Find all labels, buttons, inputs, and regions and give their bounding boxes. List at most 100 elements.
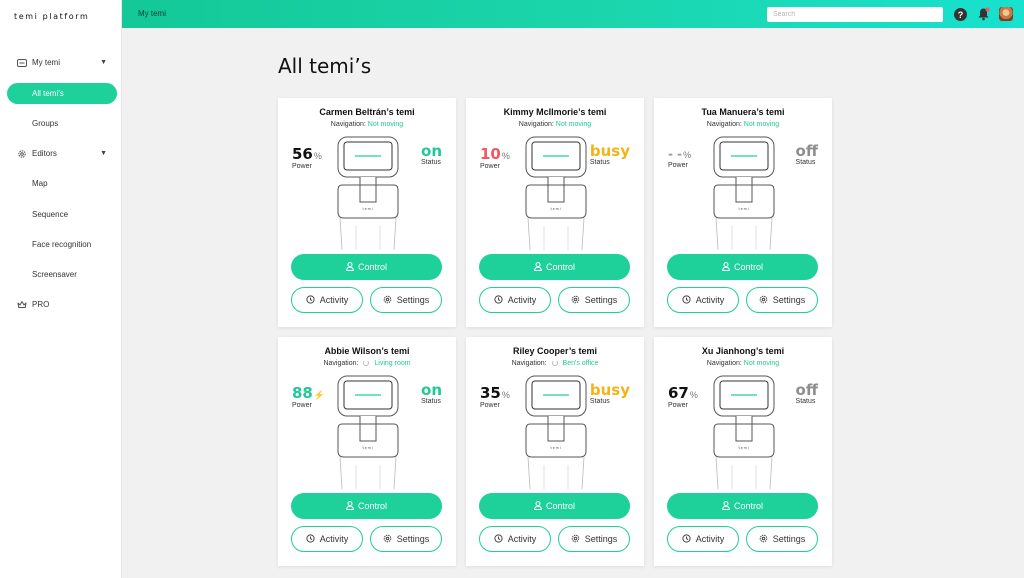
user-icon: [722, 261, 730, 273]
user-icon: [534, 261, 542, 273]
activity-button[interactable]: Activity: [479, 526, 551, 552]
navigation-line: Navigation: Living room: [278, 360, 456, 367]
power-label: Power: [292, 163, 312, 170]
settings-button[interactable]: Settings: [558, 526, 630, 552]
robot-card: Tua Manuera’s temi Navigation: Not movin…: [654, 98, 832, 327]
user-icon: [534, 500, 542, 512]
navigation-line: Navigation: Not moving: [654, 121, 832, 128]
history-icon: [306, 533, 315, 545]
navigation-status: Living room: [374, 360, 411, 367]
status-indicator: off Status: [796, 142, 818, 166]
navigation-status: Not moving: [743, 121, 780, 128]
settings-button[interactable]: Settings: [746, 526, 818, 552]
history-icon: [682, 294, 691, 306]
sidebar-item-screensaver[interactable]: Screensaver: [7, 264, 117, 285]
control-button[interactable]: Control: [667, 493, 818, 519]
sidebar-item-label: Map: [32, 179, 48, 188]
breadcrumb[interactable]: My temi: [138, 9, 166, 18]
sidebar-item-groups[interactable]: Groups: [7, 113, 117, 134]
activity-button[interactable]: Activity: [667, 526, 739, 552]
svg-text:temi: temi: [550, 207, 561, 211]
sidebar-item-label: My temi: [32, 58, 60, 67]
sidebar-item-label: Sequence: [32, 210, 69, 219]
control-label: Control: [545, 501, 575, 511]
settings-label: Settings: [772, 534, 806, 544]
robot-name: Tua Manuera’s temi: [701, 107, 785, 117]
avatar[interactable]: [999, 7, 1013, 21]
status-value: off: [795, 142, 818, 160]
gear-icon: [383, 534, 392, 545]
navigation-line: Navigation: Ben's office: [466, 360, 644, 367]
settings-button[interactable]: Settings: [746, 287, 818, 313]
power-unit: %: [501, 151, 510, 161]
gear-icon: [571, 534, 580, 545]
status-label: Status: [795, 159, 816, 166]
temi-robot-image: temi: [525, 375, 587, 490]
control-label: Control: [733, 501, 763, 511]
navigation-label: Navigation:: [706, 121, 742, 128]
control-button[interactable]: Control: [479, 493, 630, 519]
settings-button[interactable]: Settings: [370, 287, 442, 313]
sidebar-item-all-temis[interactable]: All temi's: [7, 83, 117, 104]
settings-button[interactable]: Settings: [370, 526, 442, 552]
settings-label: Settings: [396, 534, 430, 544]
sidebar-item-my-temi[interactable]: My temi ▼: [7, 52, 117, 73]
power-value: - -: [668, 147, 683, 161]
power-indicator: - -% Power: [668, 145, 691, 169]
notification-bell-icon[interactable]: [977, 7, 990, 21]
gear-icon: [571, 295, 580, 306]
activity-button[interactable]: Activity: [667, 287, 739, 313]
power-label: Power: [292, 402, 312, 409]
robot-name: Carmen Beltrán’s temi: [319, 107, 415, 117]
sidebar-item-label: Editors: [32, 149, 57, 158]
sidebar-item-pro[interactable]: PRO: [7, 294, 117, 315]
activity-button[interactable]: Activity: [291, 526, 363, 552]
status-label: Status: [589, 398, 610, 405]
status-indicator: busy Status: [590, 381, 630, 405]
navigation-label: Navigation:: [706, 360, 742, 367]
robot-card: Abbie Wilson’s temi Navigation: Living r…: [278, 337, 456, 566]
robot-card: Kimmy McIlmorie’s temi Navigation: Not m…: [466, 98, 644, 327]
control-button[interactable]: Control: [479, 254, 630, 280]
activity-button[interactable]: Activity: [291, 287, 363, 313]
sidebar-item-editors[interactable]: Editors ▼: [7, 143, 117, 164]
search-input[interactable]: [767, 7, 943, 22]
activity-label: Activity: [319, 295, 349, 305]
robot-name: Kimmy McIlmorie’s temi: [503, 107, 607, 117]
loading-spinner-icon: [551, 360, 558, 366]
sidebar-item-sequence[interactable]: Sequence: [7, 204, 117, 225]
temi-robot-image: temi: [525, 136, 587, 251]
gear-icon: [383, 295, 392, 306]
sidebar: temi platform My temi ▼ All temi's Group…: [0, 0, 122, 578]
status-value: busy: [589, 381, 630, 399]
settings-button[interactable]: Settings: [558, 287, 630, 313]
activity-button[interactable]: Activity: [479, 287, 551, 313]
help-icon[interactable]: ?: [954, 8, 967, 21]
status-value: on: [421, 381, 442, 399]
sidebar-item-face-recognition[interactable]: Face recognition: [7, 234, 117, 255]
gear-icon: [759, 534, 768, 545]
robot-card: Carmen Beltrán’s temi Navigation: Not mo…: [278, 98, 456, 327]
temi-robot-image: temi: [713, 375, 775, 490]
robot-card: Xu Jianhong’s temi Navigation: Not movin…: [654, 337, 832, 566]
control-button[interactable]: Control: [291, 493, 442, 519]
robot-card: Riley Cooper’s temi Navigation: Ben's of…: [466, 337, 644, 566]
power-unit: ⚡: [313, 390, 326, 400]
activity-label: Activity: [507, 295, 537, 305]
chevron-down-icon: ▼: [100, 150, 107, 157]
history-icon: [306, 294, 315, 306]
top-bar: My temi ?: [122, 0, 1024, 28]
status-label: Status: [421, 159, 441, 166]
power-value: 67: [668, 384, 689, 402]
sidebar-item-map[interactable]: Map: [7, 173, 117, 194]
control-button[interactable]: Control: [291, 254, 442, 280]
activity-label: Activity: [695, 534, 725, 544]
control-button[interactable]: Control: [667, 254, 818, 280]
power-label: Power: [668, 402, 688, 409]
activity-label: Activity: [319, 534, 349, 544]
power-unit: %: [313, 151, 322, 161]
navigation-status: Not moving: [555, 121, 592, 128]
status-value: busy: [589, 142, 630, 160]
navigation-line: Navigation: Not moving: [466, 121, 644, 128]
power-value: 56: [292, 145, 313, 163]
